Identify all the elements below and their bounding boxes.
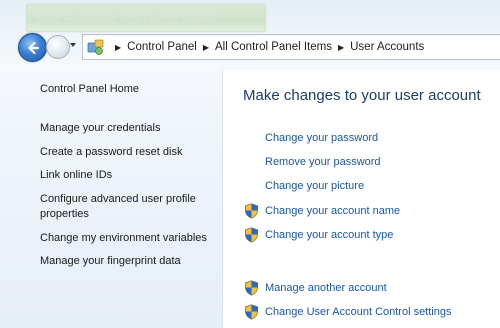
breadcrumb-user-accounts[interactable]: User Accounts [350, 41, 424, 53]
breadcrumb-separator-icon[interactable]: ▶ [338, 43, 344, 52]
task-label: Change your account type [265, 229, 394, 241]
left-navigation-pane: Control Panel Home Manage your credentia… [0, 70, 223, 328]
uac-shield-icon [244, 304, 259, 320]
uac-shield-icon [244, 227, 259, 243]
control-panel-icon [87, 39, 104, 55]
create-password-reset-disk-link[interactable]: Create a password reset disk [40, 145, 215, 161]
change-password-link[interactable]: Change your password [265, 132, 378, 144]
breadcrumb-all-items[interactable]: All Control Panel Items [215, 41, 332, 53]
task-label: Manage another account [265, 282, 387, 294]
back-button[interactable] [18, 33, 47, 62]
task-label: Change User Account Control settings [265, 306, 452, 318]
uac-shield-icon [244, 280, 259, 296]
breadcrumb-separator-icon[interactable]: ▶ [115, 43, 121, 52]
breadcrumb-separator-icon[interactable]: ▶ [203, 43, 209, 52]
manage-credentials-link[interactable]: Manage your credentials [40, 121, 215, 137]
change-account-type-link[interactable]: Change your account type [244, 227, 393, 243]
change-account-name-link[interactable]: Change your account name [244, 203, 400, 219]
change-uac-settings-link[interactable]: Change User Account Control settings [244, 304, 452, 320]
task-label: Remove your password [265, 156, 381, 168]
page-heading: Make changes to your user account [243, 87, 481, 104]
task-label: Change your account name [265, 205, 401, 217]
change-picture-link[interactable]: Change your picture [265, 180, 364, 192]
window-title: User Accounts and Family Safety [26, 4, 266, 32]
window-chrome: User Accounts and Family Safety ▶ Contro… [0, 0, 500, 70]
main-content: Make changes to your user account Change… [222, 70, 500, 328]
configure-advanced-profile-link[interactable]: Configure advanced user profile properti… [40, 192, 215, 223]
uac-shield-icon [244, 203, 259, 219]
back-arrow-icon [27, 41, 39, 54]
recent-pages-dropdown-icon[interactable] [70, 43, 76, 47]
breadcrumb-control-panel[interactable]: Control Panel [127, 41, 197, 53]
control-panel-home-link[interactable]: Control Panel Home [40, 83, 139, 95]
task-label: Change your picture [265, 180, 365, 192]
manage-another-account-link[interactable]: Manage another account [244, 280, 387, 296]
task-label: Change your password [265, 132, 379, 144]
task-links-list: Manage your credentials Create a passwor… [40, 121, 215, 278]
address-bar[interactable]: ▶ Control Panel ▶ All Control Panel Item… [82, 34, 500, 60]
remove-password-link[interactable]: Remove your password [265, 156, 381, 168]
forward-button[interactable] [46, 35, 70, 59]
link-online-ids-link[interactable]: Link online IDs [40, 168, 215, 184]
change-environment-variables-link[interactable]: Change my environment variables [40, 231, 215, 247]
manage-fingerprint-data-link[interactable]: Manage your fingerprint data [40, 254, 215, 270]
